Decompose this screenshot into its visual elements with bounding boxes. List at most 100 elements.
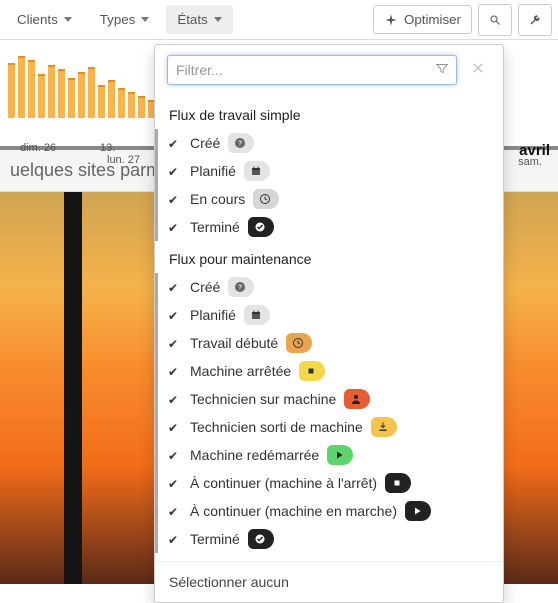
etats-dropdown-panel: Flux de travail simple Créé ? Planifié E…	[154, 44, 504, 603]
close-icon[interactable]	[465, 59, 491, 82]
check-icon	[168, 164, 182, 178]
filter-wrap	[167, 55, 457, 85]
svg-text:?: ?	[238, 141, 242, 148]
category-simple: Flux de travail simple	[155, 97, 503, 129]
state-item-technicien-sorti[interactable]: Technicien sorti de machine	[155, 413, 503, 441]
state-item-a-continuer-marche[interactable]: À continuer (machine en marche)	[155, 497, 503, 525]
sparkle-icon	[384, 13, 398, 27]
state-label: Machine redémarrée	[190, 447, 319, 463]
state-label: Planifié	[190, 163, 236, 179]
caret-icon	[214, 17, 222, 22]
state-label: Planifié	[190, 307, 236, 323]
optimize-label: Optimiser	[404, 12, 461, 27]
state-item-encours[interactable]: En cours	[155, 185, 503, 213]
play-icon	[333, 449, 345, 461]
state-label: Créé	[190, 279, 220, 295]
state-item-machine-arretee[interactable]: Machine arrêtée	[155, 357, 503, 385]
status-badge	[286, 333, 312, 353]
state-item-technicien-sur-machine[interactable]: Technicien sur machine	[155, 385, 503, 413]
check-icon	[168, 448, 182, 462]
status-badge	[299, 361, 325, 381]
optimize-button[interactable]: Optimiser	[373, 5, 472, 34]
state-label: En cours	[190, 191, 245, 207]
state-item-travail-debute[interactable]: Travail débuté	[155, 329, 503, 357]
check-circle-icon	[254, 533, 266, 545]
state-label: À continuer (machine en marche)	[190, 503, 397, 519]
check-icon	[168, 336, 182, 350]
chart-label: dim. 26	[20, 142, 56, 154]
state-item-cree[interactable]: Créé ?	[155, 129, 503, 157]
state-label: À continuer (machine à l'arrêt)	[190, 475, 377, 491]
status-badge	[385, 473, 411, 493]
status-badge	[371, 417, 397, 437]
chart-label: 13.	[100, 142, 115, 154]
check-icon	[168, 392, 182, 406]
download-icon	[377, 421, 389, 433]
check-icon	[168, 280, 182, 294]
status-badge	[244, 161, 270, 181]
check-icon	[168, 136, 182, 150]
etats-label: États	[177, 12, 207, 27]
question-icon: ?	[234, 281, 246, 293]
page-title-text: uelques sites parmi	[10, 160, 165, 180]
check-icon	[168, 420, 182, 434]
state-item-termine-2[interactable]: Terminé	[155, 525, 503, 553]
status-badge: ?	[228, 277, 254, 297]
svg-text:?: ?	[238, 285, 242, 292]
state-label: Technicien sorti de machine	[190, 419, 363, 435]
state-item-planifie[interactable]: Planifié	[155, 157, 503, 185]
state-label: Créé	[190, 135, 220, 151]
filter-input[interactable]	[167, 55, 457, 85]
stop-icon	[391, 477, 403, 489]
status-badge	[405, 501, 431, 521]
status-badge	[244, 305, 270, 325]
check-circle-icon	[254, 221, 266, 233]
check-icon	[168, 192, 182, 206]
wrench-icon	[529, 13, 541, 27]
stop-icon	[305, 365, 317, 377]
check-icon	[168, 476, 182, 490]
types-dropdown[interactable]: Types	[89, 5, 161, 34]
turbine-silhouette	[64, 192, 82, 584]
chart-label: sam.	[518, 156, 542, 168]
calendar-icon	[250, 309, 262, 321]
state-item-cree-2[interactable]: Créé ?	[155, 273, 503, 301]
search-button[interactable]	[478, 4, 512, 36]
select-none-button[interactable]: Sélectionner aucun	[155, 561, 503, 602]
clients-label: Clients	[17, 12, 58, 27]
status-badge	[248, 529, 274, 549]
check-icon	[168, 364, 182, 378]
calendar-icon	[250, 165, 262, 177]
check-icon	[168, 220, 182, 234]
check-icon	[168, 504, 182, 518]
status-badge	[248, 217, 274, 237]
status-badge	[344, 389, 370, 409]
filter-icon	[435, 62, 449, 79]
top-toolbar: Clients Types États Optimiser	[0, 0, 558, 40]
check-icon	[168, 308, 182, 322]
question-icon: ?	[234, 137, 246, 149]
chart-label: lun. 27	[107, 154, 140, 166]
state-label: Terminé	[190, 219, 240, 235]
etats-dropdown[interactable]: États	[166, 5, 232, 34]
person-icon	[350, 393, 362, 405]
state-item-machine-redemarree[interactable]: Machine redémarrée	[155, 441, 503, 469]
play-icon	[411, 505, 423, 517]
state-item-a-continuer-arret[interactable]: À continuer (machine à l'arrêt)	[155, 469, 503, 497]
state-label: Technicien sur machine	[190, 391, 336, 407]
types-label: Types	[100, 12, 136, 27]
state-item-termine[interactable]: Terminé	[155, 213, 503, 241]
clock-icon	[292, 337, 304, 349]
status-badge: ?	[228, 133, 254, 153]
state-label: Travail débuté	[190, 335, 278, 351]
clients-dropdown[interactable]: Clients	[6, 5, 83, 34]
state-label: Machine arrêtée	[190, 363, 291, 379]
caret-icon	[141, 17, 149, 22]
caret-icon	[64, 17, 72, 22]
check-icon	[168, 532, 182, 546]
status-badge	[327, 445, 353, 465]
clock-icon	[259, 193, 271, 205]
tools-button[interactable]	[518, 4, 552, 36]
state-item-planifie-2[interactable]: Planifié	[155, 301, 503, 329]
state-label: Terminé	[190, 531, 240, 547]
